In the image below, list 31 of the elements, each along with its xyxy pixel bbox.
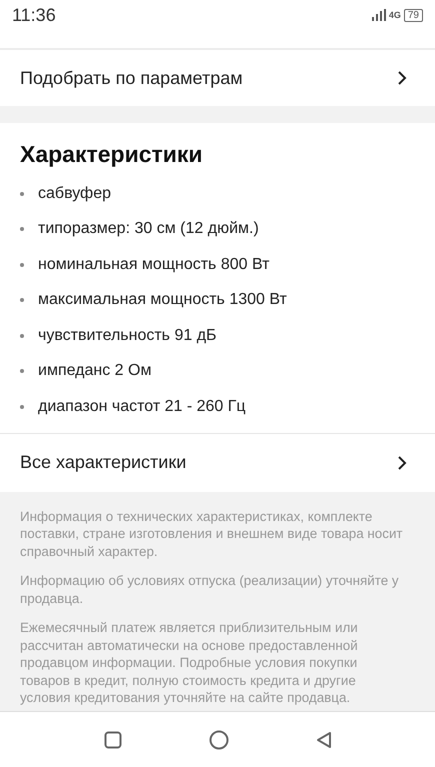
all-specs-label: Все характеристики	[20, 452, 186, 473]
chevron-right-icon	[397, 454, 407, 470]
back-icon[interactable]	[316, 730, 332, 748]
filter-row[interactable]: Подобрать по параметрам	[0, 50, 435, 106]
home-icon[interactable]	[208, 730, 228, 750]
spec-item: номинальная мощность 800 Вт	[38, 256, 270, 274]
spec-item: импеданс 2 Ом	[38, 362, 152, 380]
signal-icon	[372, 9, 386, 21]
all-specs-row[interactable]: Все характеристики	[0, 432, 435, 492]
specs-title: Характеристики	[20, 141, 204, 168]
bullet-icon	[20, 298, 24, 302]
bullet-icon	[20, 192, 24, 196]
filter-label: Подобрать по параметрам	[20, 68, 243, 88]
spec-item: чувствительность 91 дБ	[38, 326, 217, 345]
network-label: 4G	[388, 10, 401, 20]
bullet-icon	[20, 369, 24, 374]
bullet-icon	[20, 334, 24, 338]
chevron-right-icon	[397, 70, 407, 86]
disclaimer-text: Информация о технических характеристиках, комплекте поставки, стране изготовления и внешнем виде товара носит справочный характер.	[20, 508, 404, 560]
spec-item: максимальная мощность 1300 Вт	[38, 291, 287, 310]
spec-item: сабвуфер	[38, 184, 111, 203]
spec-item: диапазон частот 21 - 260 Гц	[38, 398, 246, 416]
status-time: 11:36	[12, 4, 56, 26]
battery-indicator: 79	[404, 8, 423, 22]
bullet-icon	[20, 262, 24, 267]
spec-item: типоразмер: 30 см (12 дюйм.)	[38, 220, 259, 238]
disclaimer-text: Ежемесячный платеж является приблизительным или рассчитан автоматически на основе предоставленной продавцом информации. Подробные условия покупки товаров в кредит, полную стоимость кредита и другие условия кредитования уточняйте на сайте продавца.	[20, 619, 359, 706]
bullet-icon	[20, 404, 24, 409]
disclaimer-text: Информацию об условиях отпуска (реализации) уточняйте у продавца.	[20, 572, 400, 607]
bullet-icon	[20, 227, 24, 232]
recent-apps-icon[interactable]	[104, 730, 122, 748]
